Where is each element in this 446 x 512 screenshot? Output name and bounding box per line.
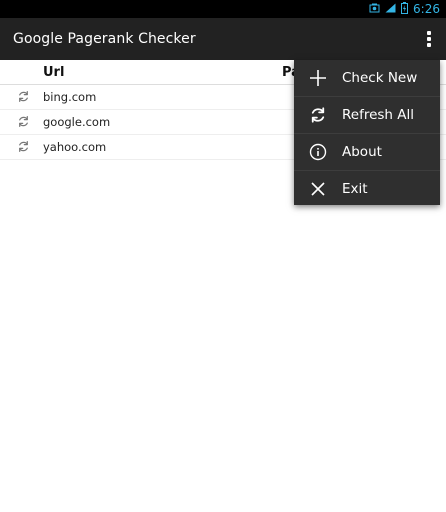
plus-icon [309,69,327,87]
menu-item-refresh-all[interactable]: Refresh All [294,97,440,134]
app-screen: 6:26 Google Pagerank Checker Url Pa [0,0,446,512]
column-header-url: Url [43,65,65,80]
status-time: 6:26 [413,2,440,16]
overflow-dot [427,31,431,35]
overflow-dot [427,37,431,41]
refresh-icon[interactable] [17,90,30,103]
status-bar: 6:26 [0,0,446,18]
row-url: google.com [43,115,111,129]
refresh-icon [309,106,327,124]
menu-item-about[interactable]: About [294,134,440,171]
row-url: bing.com [43,90,97,104]
menu-item-label: Refresh All [342,107,415,123]
action-bar: Google Pagerank Checker [0,18,446,60]
column-header-pagerank: Pa [282,65,294,80]
menu-item-check-new[interactable]: Check New [294,60,440,97]
overflow-icon[interactable] [426,31,432,47]
status-icons: 6:26 [369,0,440,18]
overflow-menu: Check New Refresh All About Exit [294,60,440,205]
menu-item-label: Check New [342,70,418,86]
overflow-dot [427,43,431,47]
menu-item-exit[interactable]: Exit [294,171,440,207]
close-icon [309,180,327,198]
refresh-icon[interactable] [17,140,30,153]
info-icon [309,143,327,161]
battery-icon [401,1,409,17]
row-url: yahoo.com [43,140,107,154]
menu-item-label: About [342,144,382,160]
app-title: Google Pagerank Checker [13,31,196,47]
wifi-icon [385,2,396,16]
menu-item-label: Exit [342,181,368,197]
refresh-icon[interactable] [17,115,30,128]
screenshot-icon [369,2,380,16]
